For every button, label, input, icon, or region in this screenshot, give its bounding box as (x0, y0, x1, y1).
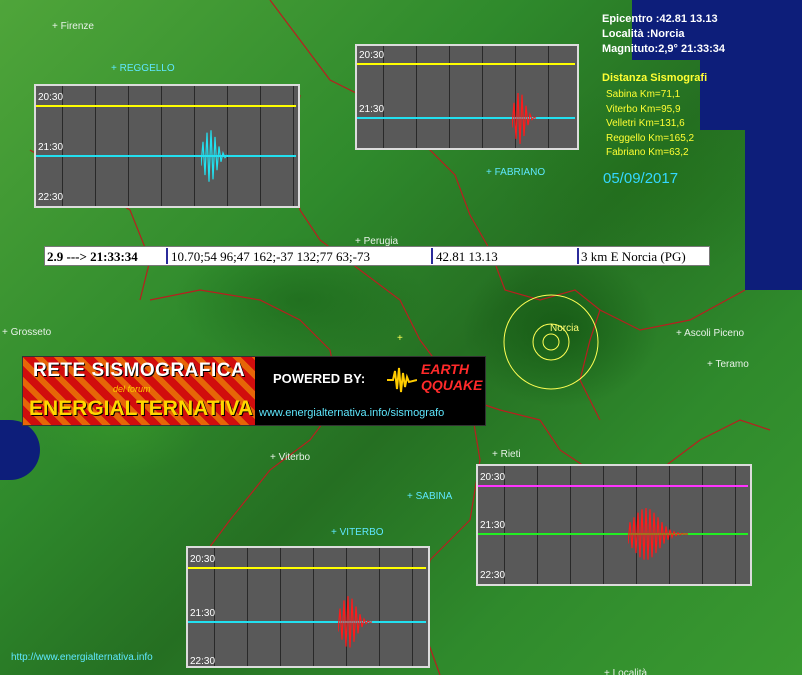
seismograph-time-label: 20:30 (359, 50, 385, 61)
bar-magnitude-time: 2.9 ---> 21:33:34 (47, 249, 138, 264)
seismograph-burst (338, 596, 373, 648)
seismograph-time-label: 22:30 (190, 656, 216, 667)
seismograph-fabriano: 20:30 21:30 (355, 44, 579, 150)
seismograph-trace (478, 533, 748, 535)
seismograph-time-label: 21:30 (190, 608, 216, 619)
seismogram-icon (387, 367, 417, 393)
event-info-panel: Epicentro :42.81 13.13 Località :Norcia … (602, 12, 725, 57)
epicenter-inner-ring (542, 333, 560, 351)
event-date: 05/09/2017 (603, 170, 679, 187)
seismograph-grid (62, 86, 296, 206)
seismograph-time-label: 21:30 (480, 520, 506, 531)
seismograph-trace (36, 105, 296, 107)
seismograph-trace (357, 63, 575, 65)
epicenter-label: Norcia (550, 323, 579, 334)
logo-red-panel: RETE SISMOGRAFICA del forum ENERGIALTERN… (23, 357, 255, 425)
bar-separator (431, 248, 433, 264)
distance-item: Velletri Km=131,6 (606, 118, 685, 129)
distance-item: Sabina Km=71,1 (606, 89, 681, 100)
distance-item: Viterbo Km=95,9 (606, 103, 681, 115)
logo-url: www.energialternativa.info/sismografo (259, 407, 445, 419)
location-text: Località :Norcia (602, 28, 685, 40)
distance-item: Reggello Km=165,2 (606, 132, 695, 144)
distances-title: Distanza Sismografi (602, 72, 708, 84)
seismograph-time-label: 22:30 (480, 570, 506, 581)
magnitude-text: Magnituto:2,9° 21:33:34 (602, 43, 725, 55)
epicenter-outer-ring (503, 294, 599, 390)
seismograph-trace (188, 567, 426, 569)
seismograph-burst (628, 507, 688, 560)
logo-forum: del forum (113, 384, 151, 394)
seismic-map: + Firenze+ Siena+ Perugia+ Grosseto+ Asc… (0, 0, 802, 675)
logo-title: RETE SISMOGRAFICA (33, 360, 246, 381)
seismograph-trace (36, 155, 296, 157)
event-summary-bar: 2.9 ---> 21:33:34 10.70;54 96;47 162;-37… (44, 246, 710, 266)
seismograph-time-label: 22:30 (38, 192, 64, 203)
crosshair-marker: + (397, 333, 403, 344)
bar-separator (577, 248, 579, 264)
seismograph-grid (383, 46, 575, 148)
bar-mechanism: 10.70;54 96;47 162;-37 132;77 63;-73 (171, 249, 370, 264)
logo-subtitle: ENERGIALTERNATIVA (29, 397, 253, 420)
bar-coords: 42.81 13.13 (436, 249, 498, 264)
logo-brand-line2: QQUAKE (421, 377, 483, 393)
network-logo: RETE SISMOGRAFICA del forum ENERGIALTERN… (22, 356, 486, 426)
bar-location: 3 km E Norcia (PG) (581, 249, 686, 264)
seismograph-time-label: 20:30 (480, 472, 506, 483)
seismograph-time-label: 20:30 (38, 92, 64, 103)
seismograph-viterbo: 20:30 21:30 22:30 (186, 546, 430, 668)
seismograph-sabina: 20:30 21:30 22:30 (476, 464, 752, 586)
distances-list: Sabina Km=71,1 Viterbo Km=95,9 Velletri Km… (606, 88, 694, 161)
logo-brand-line1: EARTH (421, 361, 469, 377)
seismograph-time-label: 21:30 (359, 104, 385, 115)
seismograph-trace (188, 621, 426, 623)
logo-powered-by: POWERED BY: (273, 371, 366, 386)
seismograph-grid (504, 466, 748, 584)
seismograph-grid (214, 548, 426, 666)
distance-item: Fabriano Km=63,2 (606, 147, 689, 158)
bar-separator (166, 248, 168, 264)
seismograph-time-label: 20:30 (190, 554, 216, 565)
seismograph-burst (201, 130, 231, 182)
epicenter-text: Epicentro :42.81 13.13 (602, 13, 718, 25)
seismograph-reggello: 20:30 21:30 22:30 (34, 84, 300, 208)
seismograph-burst (512, 92, 537, 144)
seismograph-trace (357, 117, 575, 119)
seismograph-time-label: 21:30 (38, 142, 64, 153)
footer-url[interactable]: http://www.energialternativa.info (11, 652, 153, 663)
seismograph-trace (478, 485, 748, 487)
